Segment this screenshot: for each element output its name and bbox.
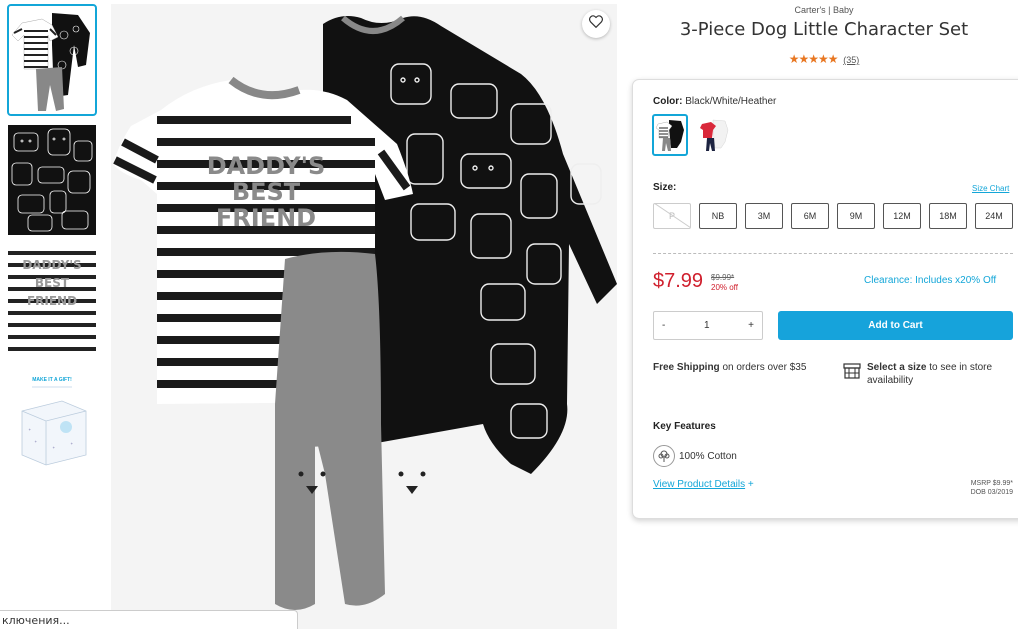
shirt-print-line-2: BEST	[232, 178, 301, 206]
thumb-print-line-1: DADDY'S	[22, 258, 81, 272]
quantity-input[interactable]: 1	[704, 320, 710, 331]
original-price: $9.99*	[711, 273, 735, 282]
thumbnail-list: DADDY'S BEST FRIEND MAKE IT A GIFT! ✦ ✦ ✦ ✦	[7, 4, 97, 485]
size-label: Size:	[653, 182, 677, 193]
shirt-print-line-1: DADDY'S	[207, 152, 326, 180]
divider	[653, 253, 1013, 254]
browser-status-bar: ключения...	[0, 610, 298, 629]
size-options: P NB 3M 6M 9M 12M 18M 24M	[653, 203, 1013, 229]
favorite-button[interactable]	[582, 10, 610, 38]
discount-percent: 20% off	[711, 283, 738, 292]
swatch-red-navy[interactable]	[696, 114, 732, 156]
shipping-highlight: Free Shipping	[653, 362, 720, 373]
shirt-print-line-3: FRIEND	[216, 204, 316, 232]
color-selection: Color: Black/White/Heather	[653, 96, 776, 107]
size-option-6m[interactable]: 6M	[791, 203, 829, 229]
thumbnail-set[interactable]	[7, 4, 97, 116]
product-title: 3-Piece Dog Little Character Set	[679, 19, 969, 40]
rating-stars: ★★★★★	[788, 52, 839, 66]
sale-price: $7.99	[653, 270, 704, 292]
add-to-cart-button[interactable]: Add to Cart	[778, 311, 1013, 340]
review-count-link[interactable]: (35)	[843, 55, 859, 65]
size-option-18m[interactable]: 18M	[929, 203, 967, 229]
size-option-nb[interactable]: NB	[699, 203, 737, 229]
size-option-p[interactable]: P	[653, 203, 691, 229]
color-label: Color:	[653, 96, 683, 107]
size-option-12m[interactable]: 12M	[883, 203, 921, 229]
thumbnail-shirt-print[interactable]: DADDY'S BEST FRIEND	[8, 245, 96, 355]
cotton-icon	[653, 445, 675, 467]
size-option-3m[interactable]: 3M	[745, 203, 783, 229]
swatch-black-white-heather[interactable]	[652, 114, 688, 156]
msrp-info: MSRP $9.99* DOB 03/2019	[920, 479, 1013, 497]
main-product-image[interactable]: DADDY'S BEST FRIEND	[111, 4, 617, 629]
dob-value: DOB 03/2019	[970, 489, 1013, 496]
msrp-value: MSRP $9.99*	[970, 480, 1013, 487]
expand-plus-icon: +	[747, 479, 754, 490]
size-option-24m[interactable]: 24M	[975, 203, 1013, 229]
quantity-increase-button[interactable]: +	[748, 320, 754, 331]
shipping-detail: on orders over $35	[719, 362, 807, 373]
shipping-info: Free Shipping on orders over $35	[653, 361, 823, 374]
thumb-print-line-3: FRIEND	[27, 294, 77, 308]
quantity-stepper: - 1 +	[653, 311, 763, 340]
view-product-details-link[interactable]: View Product Details +	[653, 479, 754, 490]
gift-caption: MAKE IT A GIFT!	[32, 377, 72, 383]
store-icon	[843, 363, 861, 384]
color-swatches	[652, 114, 732, 156]
size-chart-link[interactable]: Size Chart	[972, 184, 1009, 193]
quantity-decrease-button[interactable]: -	[662, 320, 665, 331]
details-link-label: View Product Details	[653, 479, 746, 490]
store-availability[interactable]: Select a size to see in store availabili…	[867, 361, 1017, 387]
brand-breadcrumb[interactable]: Carter's | Baby	[630, 5, 1018, 15]
product-rating[interactable]: ★★★★★ (35)	[630, 52, 1018, 66]
color-value: Black/White/Heather	[685, 96, 777, 107]
key-features-label: Key Features	[653, 421, 716, 432]
thumb-print-line-2: BEST	[35, 276, 70, 290]
thumbnail-dog-print[interactable]	[8, 125, 96, 235]
thumbnail-gift-box[interactable]: MAKE IT A GIFT! ✦ ✦ ✦ ✦	[8, 365, 96, 475]
cotton-feature: 100% Cotton	[679, 451, 737, 462]
clearance-note: Clearance: Includes x20% Off	[864, 275, 997, 286]
store-highlight: Select a size	[867, 362, 927, 373]
size-option-9m[interactable]: 9M	[837, 203, 875, 229]
heart-icon	[589, 15, 603, 33]
